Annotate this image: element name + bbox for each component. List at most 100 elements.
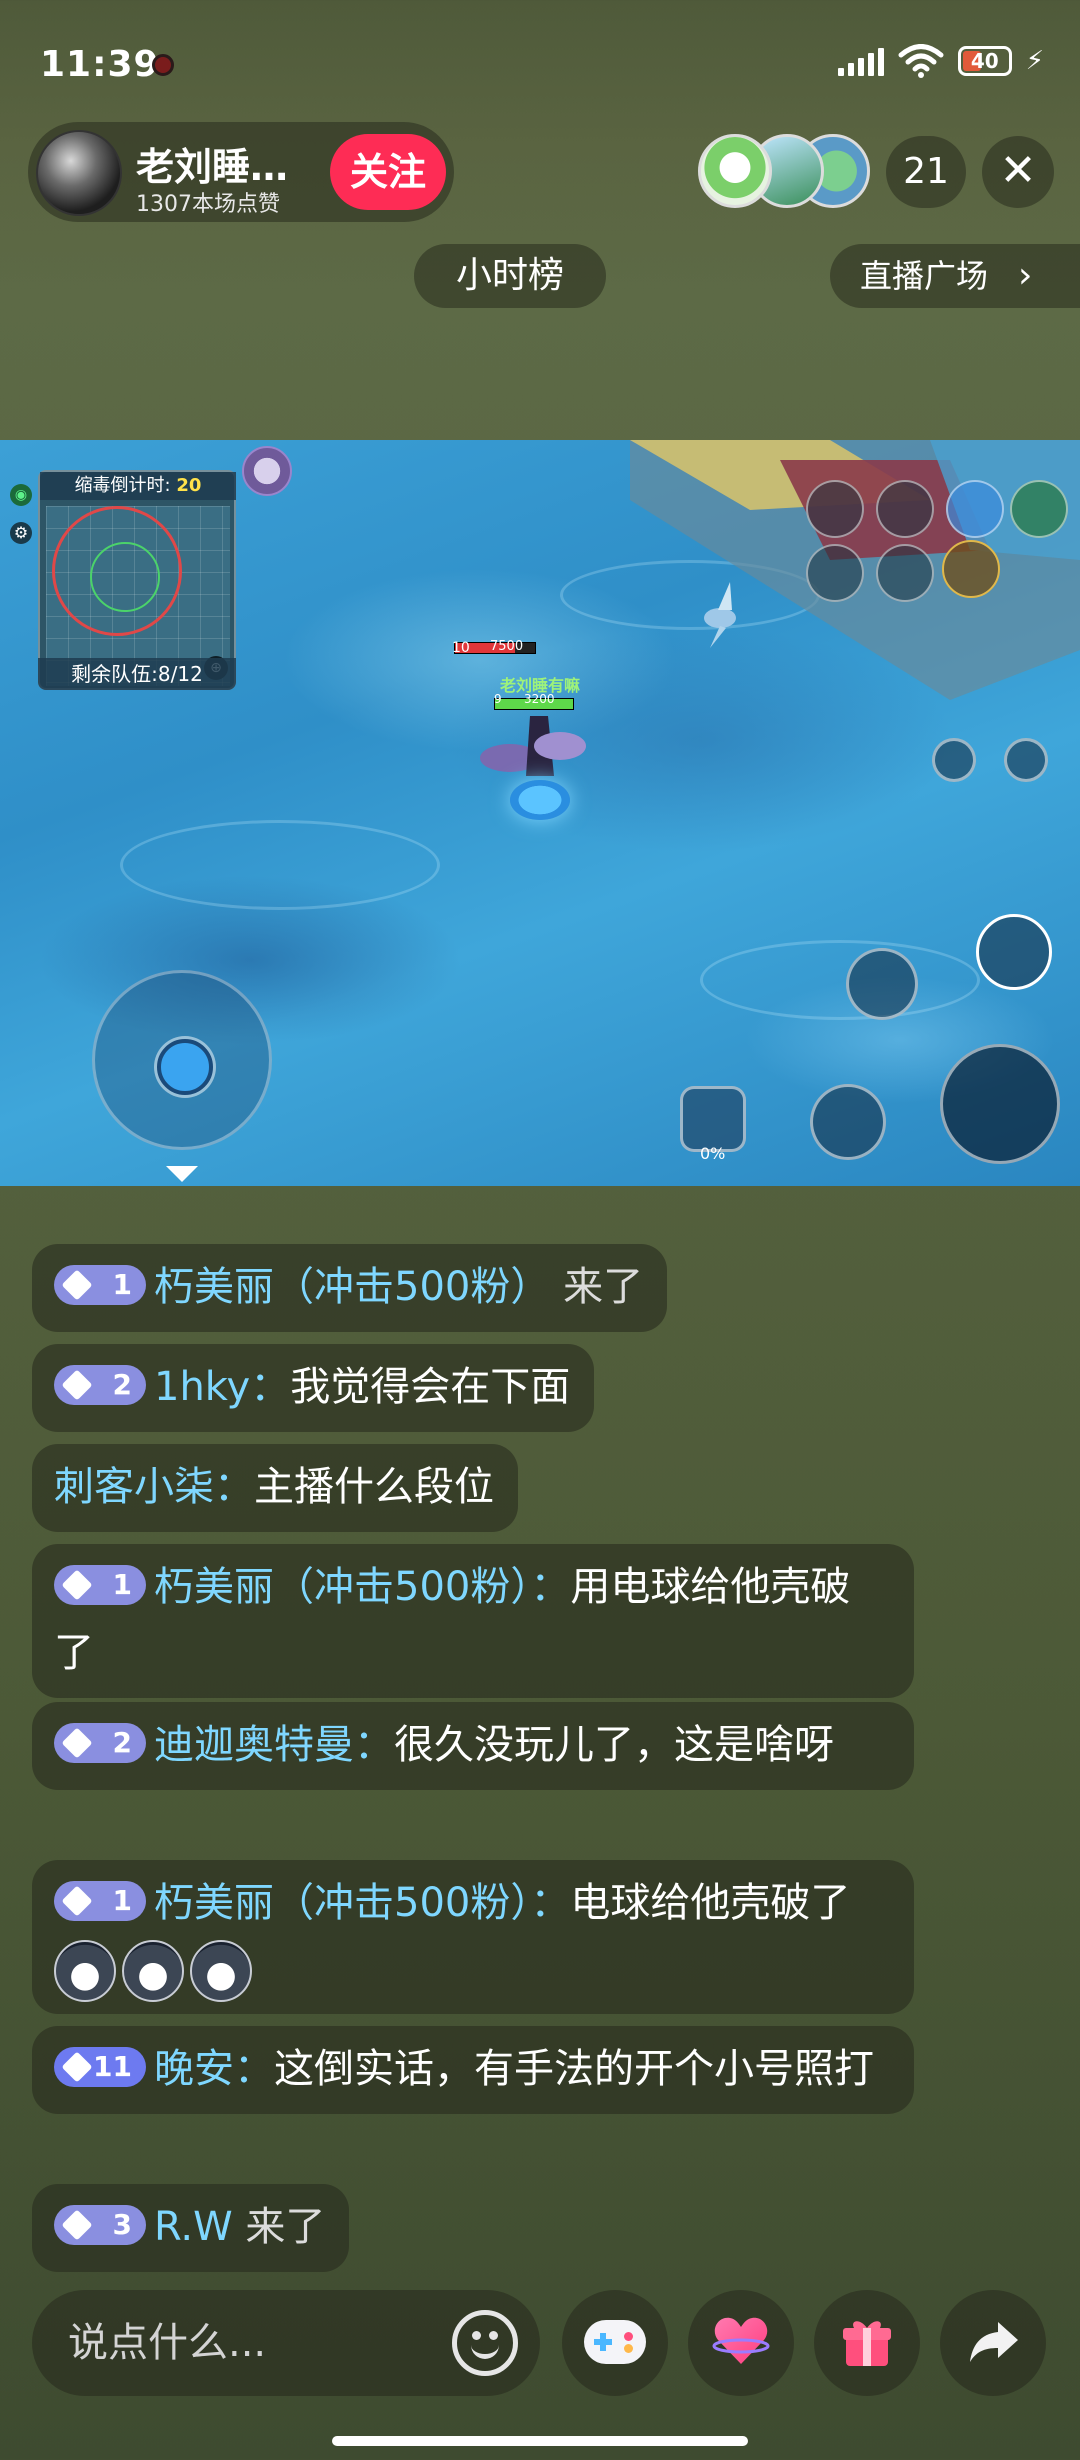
chat-text: 来了 bbox=[563, 1264, 644, 1310]
shield-icon[interactable] bbox=[946, 480, 1004, 538]
app-notification-icon bbox=[152, 54, 174, 76]
chat-message: 1 朽美丽（冲击500粉） 来了 bbox=[32, 1244, 668, 1332]
fan-level-badge: 1 bbox=[54, 1265, 146, 1305]
run-icon[interactable] bbox=[1010, 480, 1068, 538]
wing-icon[interactable] bbox=[876, 480, 934, 538]
husky-emote-icon bbox=[122, 1940, 184, 2002]
fan-level-badge: 2 bbox=[54, 1365, 146, 1405]
inventory-icon[interactable] bbox=[1004, 738, 1048, 782]
fan-level-badge: 2 bbox=[54, 1723, 146, 1763]
chat-text: 电球给他壳破了 bbox=[570, 1880, 851, 1926]
attack-button[interactable] bbox=[940, 1044, 1060, 1164]
item-icon[interactable] bbox=[806, 544, 864, 602]
chat-username[interactable]: 迪迦奥特曼： bbox=[154, 1722, 394, 1768]
diamond-icon bbox=[61, 1269, 93, 1301]
like-count: 1307本场点赞 bbox=[136, 192, 280, 217]
dash-skill-button[interactable] bbox=[810, 1084, 886, 1160]
chat-text: 主播什么段位 bbox=[254, 1464, 494, 1510]
battery-level: 40 bbox=[970, 49, 999, 73]
joystick-pointer-icon bbox=[166, 1166, 198, 1182]
charge-percent: 0% bbox=[700, 1144, 726, 1163]
chat-username[interactable]: 朽美丽（冲击500粉） bbox=[154, 1264, 550, 1310]
home-indicator[interactable] bbox=[332, 2436, 748, 2446]
signal-icon bbox=[837, 46, 884, 76]
chat-text: 这倒实话，有手法的开个小号照打 bbox=[274, 2046, 874, 2092]
viewer-avatar[interactable] bbox=[698, 134, 772, 208]
teams-left-label: 剩余队伍: bbox=[71, 662, 158, 686]
live-video[interactable]: ◉ ⚙ 缩毒倒计时: 20 ⊕ 剩余队伍:8/12 10 7500 老刘睡有嘛 … bbox=[0, 440, 1080, 1186]
battery-icon: 40 bbox=[957, 46, 1012, 76]
follow-button[interactable]: 关注 bbox=[330, 134, 446, 210]
share-icon bbox=[970, 2322, 1018, 2362]
settings-icon[interactable]: ⚙ bbox=[10, 522, 32, 544]
chat-message: 2 1hky：我觉得会在下面 bbox=[32, 1344, 595, 1432]
enemy-hp: 7500 bbox=[490, 639, 524, 654]
chat-username[interactable]: 晚安： bbox=[154, 2046, 274, 2092]
fan-level: 2 bbox=[112, 1726, 132, 1759]
movement-joystick[interactable] bbox=[92, 970, 272, 1150]
game-button[interactable] bbox=[562, 2290, 668, 2396]
diamond-icon bbox=[61, 1727, 93, 1759]
spear-skill-button[interactable] bbox=[976, 914, 1052, 990]
player-hp: 3200 bbox=[524, 692, 555, 706]
gift-icon bbox=[843, 2321, 891, 2366]
diamond-icon bbox=[61, 1369, 93, 1401]
chat-username[interactable]: 1hky： bbox=[154, 1364, 290, 1410]
gift-button[interactable] bbox=[814, 2290, 920, 2396]
husky-emote-icon bbox=[54, 1940, 116, 2002]
chat-message: 刺客小柒：主播什么段位 bbox=[32, 1444, 518, 1532]
network-icon: ◉ bbox=[10, 484, 32, 506]
fan-level-badge: 1 bbox=[54, 1881, 146, 1921]
shield-charge-icon[interactable] bbox=[680, 1086, 746, 1152]
live-plaza-button[interactable]: 直播广场 › bbox=[830, 244, 1080, 308]
chat-username[interactable]: R.W bbox=[154, 2204, 233, 2250]
emoji-icon[interactable] bbox=[452, 2310, 518, 2376]
fan-level: 3 bbox=[112, 2208, 132, 2241]
fan-level: 11 bbox=[93, 2050, 132, 2083]
fish-creature-icon bbox=[704, 582, 736, 648]
item-icon[interactable] bbox=[876, 544, 934, 602]
hourly-rank-button[interactable]: 小时榜 bbox=[414, 244, 606, 308]
share-button[interactable] bbox=[940, 2290, 1046, 2396]
minimap[interactable]: 缩毒倒计时: 20 ⊕ bbox=[38, 470, 236, 690]
chat-message: 1 朽美丽（冲击500粉）：用电球给他壳破了 bbox=[32, 1544, 914, 1698]
badge-icon[interactable] bbox=[942, 540, 1000, 598]
comment-input[interactable]: 说点什么... bbox=[32, 2290, 540, 2396]
chat-text: 来了 bbox=[245, 2204, 326, 2250]
chat-message: 11 晚安：这倒实话，有手法的开个小号照打 bbox=[32, 2026, 914, 2114]
fan-level: 1 bbox=[112, 1568, 132, 1601]
teams-left-value: 8/12 bbox=[157, 662, 203, 686]
status-time: 11:39 bbox=[40, 44, 160, 85]
player-character bbox=[480, 716, 586, 776]
teams-remaining: 剩余队伍:8/12 bbox=[38, 658, 236, 690]
fan-level: 1 bbox=[112, 1268, 132, 1301]
streamer-name: 老刘睡… bbox=[136, 145, 289, 189]
water-ripple bbox=[700, 940, 980, 1020]
diamond-icon bbox=[61, 1569, 93, 1601]
chat-username[interactable]: 朽美丽（冲击500粉）： bbox=[154, 1564, 570, 1610]
chat-username[interactable]: 刺客小柒： bbox=[54, 1464, 254, 1510]
chevron-right-icon: › bbox=[1018, 255, 1033, 296]
player-level: 9 bbox=[494, 692, 502, 706]
system-icons: 40 ⚡ bbox=[837, 44, 1044, 78]
emote-icon[interactable] bbox=[932, 738, 976, 782]
streamer-card[interactable]: 老刘睡… 1307本场点赞 关注 bbox=[28, 122, 454, 222]
like-button[interactable] bbox=[688, 2290, 794, 2396]
charging-icon: ⚡ bbox=[1025, 46, 1044, 76]
poison-countdown: 缩毒倒计时: 20 bbox=[40, 472, 236, 500]
fan-level: 1 bbox=[112, 1884, 132, 1917]
spin-skill-button[interactable] bbox=[846, 948, 918, 1020]
fan-level: 2 bbox=[112, 1368, 132, 1401]
fan-level-badge: 3 bbox=[54, 2205, 146, 2245]
gamepad-icon bbox=[584, 2320, 646, 2364]
fan-level-badge: 1 bbox=[54, 1565, 146, 1605]
potion-icon[interactable] bbox=[806, 480, 864, 538]
viewer-count-button[interactable]: 21 bbox=[886, 136, 966, 208]
chat-username[interactable]: 朽美丽（冲击500粉）： bbox=[154, 1880, 570, 1926]
chat-text: 很久没玩儿了，这是啥呀 bbox=[394, 1722, 834, 1768]
top-viewers[interactable] bbox=[698, 134, 874, 210]
close-icon[interactable]: ✕ bbox=[982, 136, 1054, 208]
diamond-icon bbox=[61, 2051, 93, 2083]
joystick-knob[interactable] bbox=[157, 1039, 213, 1095]
streamer-avatar[interactable] bbox=[36, 130, 122, 216]
